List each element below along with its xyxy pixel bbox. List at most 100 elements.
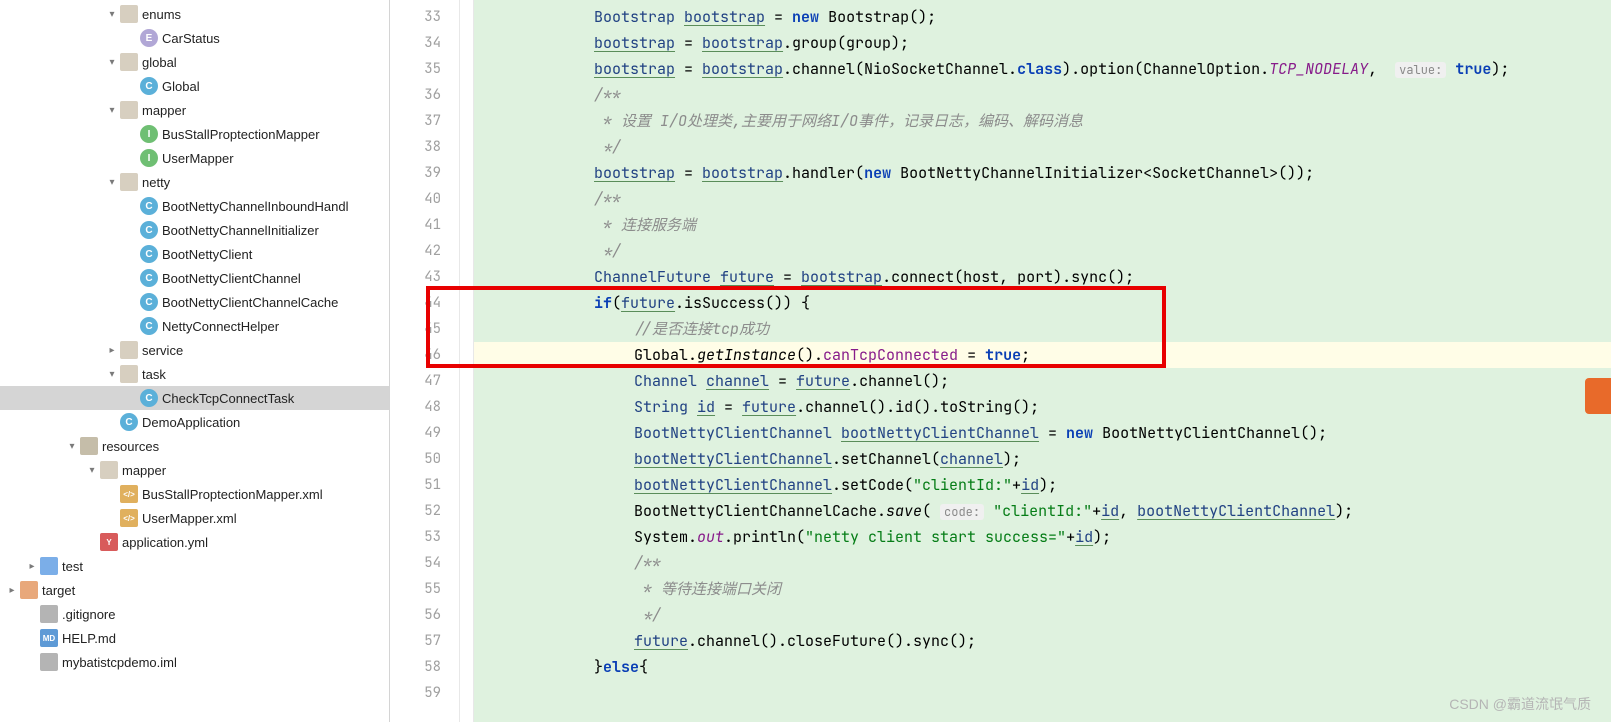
project-tree[interactable]: ▾enumsECarStatus▾globalCGlobal▾mapperIBu… [0,0,390,722]
tree-item-application-yml[interactable]: Yapplication.yml [0,530,389,554]
tree-item-busstallproptectionmapper-xml[interactable]: </>BusStallProptectionMapper.xml [0,482,389,506]
code-line[interactable]: * 等待连接端口关闭 [474,576,1611,602]
tree-label: HELP.md [62,631,116,646]
tree-item-enums[interactable]: ▾enums [0,2,389,26]
gutter: 3334353637383940414243444546474849505152… [390,0,460,722]
chevron-down-icon[interactable]: ▾ [84,462,100,478]
tree-item-help-md[interactable]: MDHELP.md [0,626,389,650]
tree-item-checktcpconnecttask[interactable]: CCheckTcpConnectTask [0,386,389,410]
tree-item-usermapper-xml[interactable]: </>UserMapper.xml [0,506,389,530]
chevron-down-icon[interactable]: ▾ [64,438,80,454]
xml-icon: </> [120,485,138,503]
tree-label: global [142,55,177,70]
chevron-down-icon[interactable]: ▾ [104,54,120,70]
tree-item--gitignore[interactable]: .gitignore [0,602,389,626]
folder-res-icon [80,437,98,455]
tree-label: UserMapper [162,151,234,166]
code-line[interactable]: */ [474,134,1611,160]
tree-item-bootnettyclient[interactable]: CBootNettyClient [0,242,389,266]
line-number: 42 [390,238,459,264]
code-line[interactable]: Bootstrap bootstrap = new Bootstrap(); [474,4,1611,30]
code-line[interactable]: ChannelFuture future = bootstrap.connect… [474,264,1611,290]
code-line[interactable]: Global.getInstance().canTcpConnected = t… [474,342,1611,368]
tree-item-task[interactable]: ▾ task [0,362,389,386]
tree-item-netty[interactable]: ▾ netty [0,170,389,194]
code-line[interactable]: bootstrap = bootstrap.handler(new BootNe… [474,160,1611,186]
chevron-down-icon[interactable]: ▾ [104,366,120,382]
code-line[interactable]: /** [474,82,1611,108]
chevron-right-icon[interactable]: ▸ [4,582,20,598]
chevron-none-icon [124,198,140,214]
tree-item-service[interactable]: ▸service [0,338,389,362]
code-line[interactable]: if(future.isSuccess()) { [474,290,1611,316]
tree-item-global[interactable]: CGlobal [0,74,389,98]
chevron-none-icon [84,534,100,550]
line-number: 52 [390,498,459,524]
tree-item-carstatus[interactable]: ECarStatus [0,26,389,50]
code-line[interactable]: bootNettyClientChannel.setCode("clientId… [474,472,1611,498]
code-line[interactable]: * 设置 I/O处理类,主要用于网络I/O事件，记录日志，编码、解码消息 [474,108,1611,134]
tree-item-bootnettyclientchannel[interactable]: CBootNettyClientChannel [0,266,389,290]
tree-label: resources [102,439,159,454]
i-icon: I [140,125,158,143]
chevron-none-icon [124,390,140,406]
git-icon [40,605,58,623]
folder-icon [120,101,138,119]
line-number: 50 [390,446,459,472]
code-line[interactable]: * 连接服务端 [474,212,1611,238]
chevron-down-icon[interactable]: ▾ [104,102,120,118]
code-line[interactable]: BootNettyClientChannel bootNettyClientCh… [474,420,1611,446]
tree-item-resources[interactable]: ▾ resources [0,434,389,458]
tree-item-mybatistcpdemo-iml[interactable]: mybatistcpdemo.iml [0,650,389,674]
code-area[interactable]: Bootstrap bootstrap = new Bootstrap(); b… [474,0,1611,722]
chevron-none-icon [124,318,140,334]
code-line[interactable]: */ [474,238,1611,264]
code-line[interactable] [474,680,1611,706]
tree-item-nettyconnecthelper[interactable]: CNettyConnectHelper [0,314,389,338]
chevron-down-icon[interactable]: ▾ [104,6,120,22]
html-indicator-icon [1585,378,1611,414]
code-line[interactable]: /** [474,550,1611,576]
tree-item-demoapplication[interactable]: CDemoApplication [0,410,389,434]
chevron-down-icon[interactable]: ▾ [104,174,120,190]
tree-item-global[interactable]: ▾ global [0,50,389,74]
tree-label: NettyConnectHelper [162,319,279,334]
code-line[interactable]: System.out.println("netty client start s… [474,524,1611,550]
chevron-right-icon[interactable]: ▸ [104,342,120,358]
code-line[interactable]: future.channel().closeFuture().sync(); [474,628,1611,654]
line-number: 58 [390,654,459,680]
tree-label: BootNettyClientChannelCache [162,295,338,310]
line-number: 57 [390,628,459,654]
tree-label: task [142,367,166,382]
tree-item-mapper[interactable]: ▾mapper [0,458,389,482]
tree-item-busstallproptectionmapper[interactable]: IBusStallProptectionMapper [0,122,389,146]
code-line[interactable]: Channel channel = future.channel(); [474,368,1611,394]
c-icon: C [140,221,158,239]
line-number: 46 [390,342,459,368]
tree-item-target[interactable]: ▸target [0,578,389,602]
tree-item-test[interactable]: ▸test [0,554,389,578]
folder-target-icon [20,581,38,599]
code-line[interactable]: //是否连接tcp成功 [474,316,1611,342]
line-number: 55 [390,576,459,602]
tree-item-mapper[interactable]: ▾mapper [0,98,389,122]
tree-item-bootnettychannelinboundhandl[interactable]: CBootNettyChannelInboundHandl [0,194,389,218]
tree-label: netty [142,175,170,190]
line-number: 39 [390,160,459,186]
code-line[interactable]: }else{ [474,654,1611,680]
code-line[interactable]: */ [474,602,1611,628]
code-line[interactable]: bootstrap = bootstrap.group(group); [474,30,1611,56]
code-line[interactable]: bootNettyClientChannel.setChannel(channe… [474,446,1611,472]
code-line[interactable]: bootstrap = bootstrap.channel(NioSocketC… [474,56,1611,82]
chevron-none-icon [24,654,40,670]
chevron-right-icon[interactable]: ▸ [24,558,40,574]
code-line[interactable]: String id = future.channel().id().toStri… [474,394,1611,420]
code-line[interactable]: /** [474,186,1611,212]
code-line[interactable]: BootNettyClientChannelCache.save( code: … [474,498,1611,524]
chevron-none-icon [104,414,120,430]
tree-item-bootnettychannelinitializer[interactable]: CBootNettyChannelInitializer [0,218,389,242]
code-editor[interactable]: 3334353637383940414243444546474849505152… [390,0,1611,722]
tree-item-bootnettyclientchannelcache[interactable]: CBootNettyClientChannelCache [0,290,389,314]
chevron-none-icon [124,78,140,94]
tree-item-usermapper[interactable]: IUserMapper [0,146,389,170]
